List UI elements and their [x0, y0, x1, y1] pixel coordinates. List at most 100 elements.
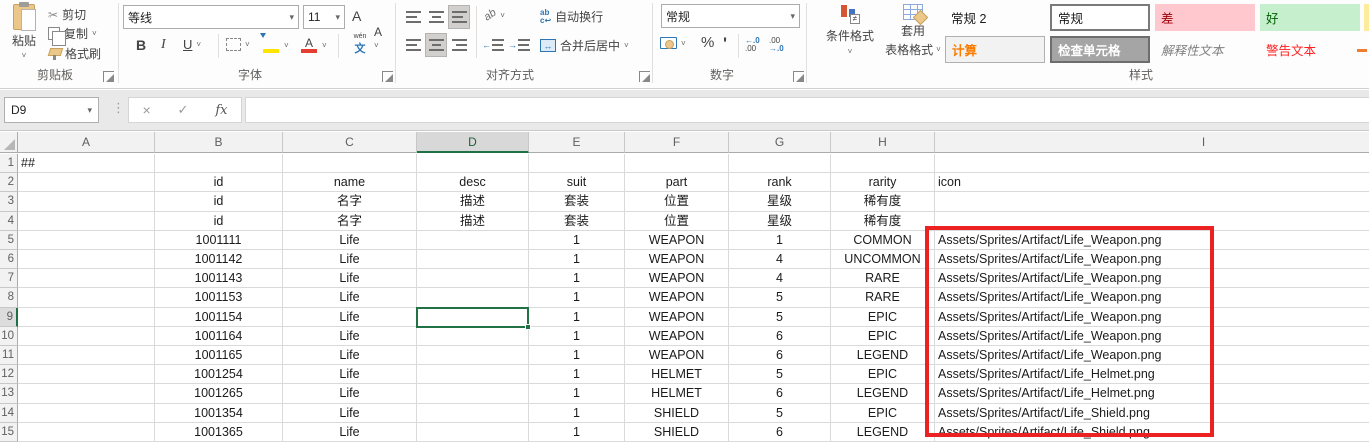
row-header-9[interactable]: 9: [0, 308, 18, 327]
cell-F2[interactable]: part: [625, 173, 729, 192]
cell-D5[interactable]: [417, 231, 529, 250]
column-header-H[interactable]: H: [831, 132, 935, 153]
cell-G9[interactable]: 5: [729, 308, 831, 327]
font-name-combo[interactable]: 等线 ▾: [123, 5, 299, 29]
cell-style-calculation[interactable]: 计算: [945, 36, 1045, 63]
insert-function-icon[interactable]: fx: [215, 103, 227, 118]
cell-C2[interactable]: name: [283, 173, 417, 192]
cell-E9[interactable]: 1: [529, 308, 625, 327]
cell-B1[interactable]: [155, 154, 283, 173]
cell-F15[interactable]: SHIELD: [625, 423, 729, 442]
font-color-button[interactable]: A ˅: [300, 36, 327, 54]
cell-B7[interactable]: 1001143: [155, 269, 283, 288]
select-all-corner[interactable]: [0, 132, 18, 153]
cell-A9[interactable]: [18, 308, 155, 327]
cell-C12[interactable]: Life: [283, 365, 417, 384]
cell-style-explanatory[interactable]: 解释性文本: [1155, 36, 1255, 63]
cell-D6[interactable]: [417, 250, 529, 269]
cell-F9[interactable]: WEAPON: [625, 308, 729, 327]
cell-G3[interactable]: 星级: [729, 192, 831, 211]
cell-B14[interactable]: 1001354: [155, 404, 283, 423]
decrease-decimal-button[interactable]: .00→.0: [769, 37, 784, 53]
cell-A7[interactable]: [18, 269, 155, 288]
underline-button[interactable]: U ˅: [183, 37, 201, 52]
cell-H3[interactable]: 稀有度: [831, 192, 935, 211]
cell-H14[interactable]: EPIC: [831, 404, 935, 423]
cell-E12[interactable]: 1: [529, 365, 625, 384]
cell-B13[interactable]: 1001265: [155, 384, 283, 403]
row-header-10[interactable]: 10: [0, 327, 18, 346]
cell-G4[interactable]: 星级: [729, 212, 831, 231]
paste-dropdown-icon[interactable]: ˅: [22, 51, 27, 60]
formula-input[interactable]: [245, 97, 1369, 123]
cell-G7[interactable]: 4: [729, 269, 831, 288]
cell-style-bad[interactable]: 差: [1155, 4, 1255, 31]
row-header-8[interactable]: 8: [0, 288, 18, 307]
cell-C14[interactable]: Life: [283, 404, 417, 423]
cell-F10[interactable]: WEAPON: [625, 327, 729, 346]
cell-H10[interactable]: EPIC: [831, 327, 935, 346]
cell-G1[interactable]: [729, 154, 831, 173]
merge-center-button[interactable]: ↔ 合并后居中 ˅: [540, 37, 629, 54]
cell-C13[interactable]: Life: [283, 384, 417, 403]
cell-A5[interactable]: [18, 231, 155, 250]
cell-B8[interactable]: 1001153: [155, 288, 283, 307]
row-header-2[interactable]: 2: [0, 173, 18, 192]
cell-I1[interactable]: [935, 154, 1369, 173]
cell-B12[interactable]: 1001254: [155, 365, 283, 384]
cell-D1[interactable]: [417, 154, 529, 173]
cell-E8[interactable]: 1: [529, 288, 625, 307]
cell-A10[interactable]: [18, 327, 155, 346]
borders-dropdown-icon[interactable]: ˅: [245, 40, 250, 49]
font-name-dropdown-icon[interactable]: ▾: [289, 12, 294, 23]
phonetic-dropdown-icon[interactable]: ˅: [374, 41, 379, 50]
cell-H9[interactable]: EPIC: [831, 308, 935, 327]
cell-C15[interactable]: Life: [283, 423, 417, 442]
column-header-C[interactable]: C: [283, 132, 417, 153]
cell-C11[interactable]: Life: [283, 346, 417, 365]
cell-F14[interactable]: SHIELD: [625, 404, 729, 423]
cell-G2[interactable]: rank: [729, 173, 831, 192]
cell-F5[interactable]: WEAPON: [625, 231, 729, 250]
name-box-dropdown-icon[interactable]: ▾: [87, 105, 92, 116]
cell-style-good[interactable]: 好: [1260, 4, 1360, 31]
cut-button[interactable]: ✂ 剪切: [48, 6, 86, 23]
italic-button[interactable]: I: [161, 37, 166, 53]
cell-C5[interactable]: Life: [283, 231, 417, 250]
cell-A14[interactable]: [18, 404, 155, 423]
format-as-table-button[interactable]: 套用 表格格式 ˅: [884, 4, 942, 58]
number-format-combo[interactable]: 常规 ▾: [661, 4, 800, 28]
underline-dropdown-icon[interactable]: ˅: [196, 40, 201, 49]
increase-decimal-button[interactable]: ←.0.00: [745, 37, 760, 53]
cell-F11[interactable]: WEAPON: [625, 346, 729, 365]
cell-E15[interactable]: 1: [529, 423, 625, 442]
copy-button[interactable]: 复制 ˅: [48, 25, 97, 42]
phonetic-guide-button[interactable]: wén 文 ˅: [350, 35, 379, 55]
cell-E4[interactable]: 套装: [529, 212, 625, 231]
middle-align-button[interactable]: [425, 5, 447, 29]
cell-E13[interactable]: 1: [529, 384, 625, 403]
font-dialog-launcher-icon[interactable]: [382, 71, 393, 82]
cell-E14[interactable]: 1: [529, 404, 625, 423]
cell-F4[interactable]: 位置: [625, 212, 729, 231]
column-header-G[interactable]: G: [729, 132, 831, 153]
cell-E2[interactable]: suit: [529, 173, 625, 192]
column-header-D[interactable]: D: [417, 132, 529, 153]
format-as-table-dropdown-icon[interactable]: ˅: [936, 45, 941, 54]
fill-color-button[interactable]: ˅: [262, 36, 289, 54]
cell-B3[interactable]: id: [155, 192, 283, 211]
cell-F12[interactable]: HELMET: [625, 365, 729, 384]
decrease-indent-button[interactable]: ←: [482, 33, 504, 57]
row-header-14[interactable]: 14: [0, 404, 18, 423]
cell-G8[interactable]: 5: [729, 288, 831, 307]
cell-D8[interactable]: [417, 288, 529, 307]
font-size-dropdown-icon[interactable]: ▾: [335, 12, 340, 23]
cell-A6[interactable]: [18, 250, 155, 269]
format-painter-button[interactable]: 格式刷: [48, 45, 101, 62]
wrap-text-button[interactable]: ab c↩ 自动换行: [540, 8, 603, 25]
cell-E3[interactable]: 套装: [529, 192, 625, 211]
cell-E10[interactable]: 1: [529, 327, 625, 346]
accounting-dropdown-icon[interactable]: ˅: [681, 39, 686, 48]
fill-color-dropdown-icon[interactable]: ˅: [284, 41, 289, 50]
cell-E6[interactable]: 1: [529, 250, 625, 269]
